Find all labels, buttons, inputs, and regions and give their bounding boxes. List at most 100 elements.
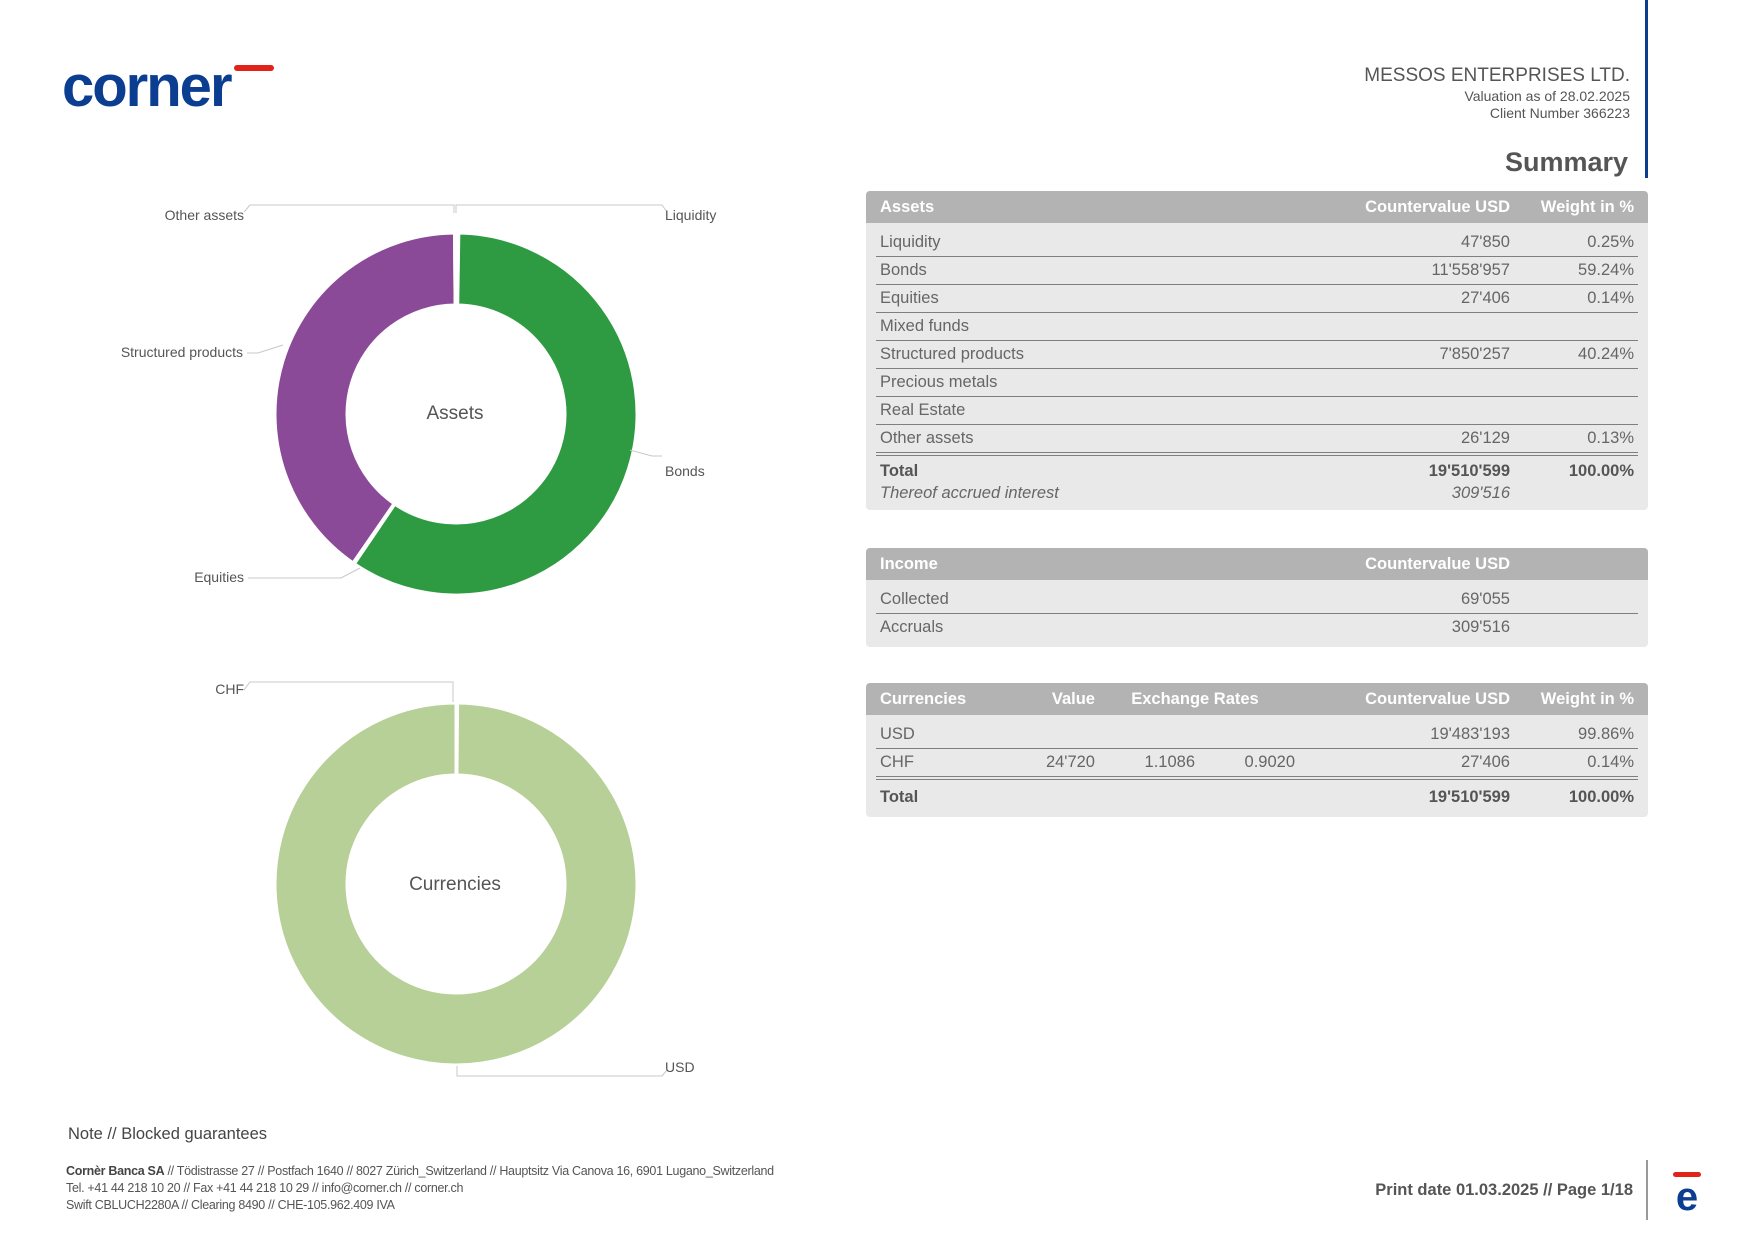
svg-text:e: e xyxy=(1676,1175,1698,1212)
slice-other-assets xyxy=(453,231,458,307)
row-label: Collected xyxy=(880,590,949,608)
corner-emblem-icon: e xyxy=(1673,1172,1701,1212)
income-table-header: Income Countervalue USD xyxy=(866,548,1648,580)
table-row: Precious metals xyxy=(876,369,1638,397)
footer-line-2: Tel. +41 44 218 10 20 // Fax +41 44 218 … xyxy=(66,1181,464,1195)
valuation-date: Valuation as of 28.02.2025 xyxy=(1464,88,1630,104)
client-number: Client Number 366223 xyxy=(1489,105,1630,121)
corner-logo: corner xyxy=(64,62,274,112)
svg-text:corner: corner xyxy=(64,62,232,112)
leader-structured-products xyxy=(247,344,284,354)
assets-table: Assets Countervalue USD Weight in % Liqu… xyxy=(866,191,1648,510)
row-countervalue: 11'558'957 xyxy=(1431,261,1511,279)
assets-total-row: Total 19'510'599 100.00% xyxy=(876,460,1638,482)
income-header-countervalue: Countervalue USD xyxy=(1365,554,1510,573)
accrued-countervalue: 309'516 xyxy=(1451,483,1510,502)
row-countervalue: 27'406 xyxy=(1460,289,1510,307)
currencies-header-value: Value xyxy=(1051,689,1095,708)
footer-divider xyxy=(1646,1160,1648,1220)
row-countervalue: 19'483'193 xyxy=(1430,725,1510,743)
income-header-label: Income xyxy=(880,554,938,573)
row-weight: 59.24% xyxy=(1578,261,1634,279)
leader-liquidity xyxy=(455,204,668,213)
client-name: MESSOS ENTERPRISES LTD. xyxy=(1364,65,1630,86)
total-label: Total xyxy=(880,461,919,480)
total-weight: 100.00% xyxy=(1568,788,1634,806)
income-table: Income Countervalue USD Collected 69'055… xyxy=(866,548,1648,647)
page-title: Summary xyxy=(1504,147,1628,177)
assets-table-header: Assets Countervalue USD Weight in % xyxy=(866,191,1648,223)
row-weight: 0.25% xyxy=(1587,233,1634,251)
row-label: Precious metals xyxy=(880,373,998,391)
table-row: Other assets 26'129 0.13% xyxy=(876,425,1638,456)
row-countervalue: 7'850'257 xyxy=(1439,345,1510,363)
currencies-header-rates: Exchange Rates xyxy=(1131,689,1259,708)
currencies-table: Currencies Value Exchange Rates Counterv… xyxy=(866,683,1648,817)
accrued-interest-row: Thereof accrued interest 309'516 xyxy=(876,482,1638,504)
row-countervalue: 69'055 xyxy=(1460,590,1510,608)
row-label: Accruals xyxy=(880,618,944,636)
currencies-header-countervalue: Countervalue USD xyxy=(1365,689,1510,708)
accrued-label: Thereof accrued interest xyxy=(880,483,1059,502)
row-currency: CHF xyxy=(880,753,914,771)
row-countervalue: 309'516 xyxy=(1451,618,1510,636)
footer-address-text: // Tödistrasse 27 // Postfach 1640 // 80… xyxy=(164,1164,774,1178)
table-row: Real Estate xyxy=(876,397,1638,425)
row-countervalue: 27'406 xyxy=(1460,753,1510,771)
currencies-total-row: Total 19'510'599 100.00% xyxy=(876,784,1638,811)
table-row: Liquidity 47'850 0.25% xyxy=(876,229,1638,257)
row-weight: 0.14% xyxy=(1587,289,1634,307)
row-weight: 40.24% xyxy=(1578,345,1634,363)
header-accent-bar xyxy=(1645,0,1648,178)
row-label: Mixed funds xyxy=(880,317,969,335)
total-label: Total xyxy=(880,788,919,806)
total-weight: 100.00% xyxy=(1568,461,1634,480)
slice-structured-products xyxy=(273,231,457,565)
row-countervalue: 26'129 xyxy=(1460,429,1510,447)
table-row: USD 19'483'193 99.86% xyxy=(876,721,1638,749)
leader-usd xyxy=(456,1066,668,1077)
label-usd: USD xyxy=(665,1059,695,1075)
footer-address: Cornèr Banca SA // Tödistrasse 27 // Pos… xyxy=(66,1163,774,1214)
row-label: Equities xyxy=(880,289,939,307)
footer-line-1: Cornèr Banca SA // Tödistrasse 27 // Pos… xyxy=(66,1163,774,1180)
table-row: Bonds 11'558'957 59.24% xyxy=(876,257,1638,285)
leader-equities xyxy=(248,567,361,579)
currencies-header-weight: Weight in % xyxy=(1540,689,1634,708)
currencies-header-label: Currencies xyxy=(880,689,967,708)
print-date-page: Print date 01.03.2025 // Page 1/18 xyxy=(1375,1181,1633,1199)
footer-bank-name: Cornèr Banca SA xyxy=(66,1164,165,1178)
footer-line-3: Swift CBLUCH2280A // Clearing 8490 // CH… xyxy=(66,1198,395,1212)
row-label: Structured products xyxy=(880,345,1024,363)
row-weight: 0.13% xyxy=(1587,429,1634,447)
row-weight: 0.14% xyxy=(1587,753,1634,771)
row-rate-1: 1.1086 xyxy=(1144,753,1195,771)
label-liquidity: Liquidity xyxy=(665,207,716,223)
total-countervalue: 19'510'599 xyxy=(1428,788,1510,806)
leader-other-assets xyxy=(243,204,455,213)
assets-donut-chart: Liquidity Bonds Equities Structured prod… xyxy=(100,200,740,600)
label-other-assets: Other assets xyxy=(165,207,244,223)
row-currency: USD xyxy=(880,725,915,743)
assets-center-label: Assets xyxy=(426,403,483,424)
row-label: Real Estate xyxy=(880,401,966,419)
row-weight: 99.86% xyxy=(1578,725,1634,743)
assets-header-weight: Weight in % xyxy=(1540,197,1634,216)
client-info: MESSOS ENTERPRISES LTD. Valuation as of … xyxy=(1364,64,1630,122)
row-value: 24'720 xyxy=(1045,753,1095,771)
row-label: Bonds xyxy=(880,261,927,279)
label-bonds: Bonds xyxy=(665,463,705,479)
row-label: Liquidity xyxy=(880,233,941,251)
assets-header-countervalue: Countervalue USD xyxy=(1365,197,1510,216)
table-row: Collected 69'055 xyxy=(876,586,1638,614)
leader-bonds xyxy=(629,449,662,457)
total-countervalue: 19'510'599 xyxy=(1428,461,1510,480)
table-row: CHF 24'720 1.1086 0.9020 27'406 0.14% xyxy=(876,749,1638,780)
label-equities: Equities xyxy=(194,569,244,585)
row-label: Other assets xyxy=(880,429,974,447)
table-row: Equities 27'406 0.14% xyxy=(876,285,1638,313)
currencies-donut-chart: CHF USD Currencies xyxy=(100,668,740,1088)
table-row: Accruals 309'516 xyxy=(876,614,1638,641)
table-row: Structured products 7'850'257 40.24% xyxy=(876,341,1638,369)
label-chf: CHF xyxy=(215,681,244,697)
